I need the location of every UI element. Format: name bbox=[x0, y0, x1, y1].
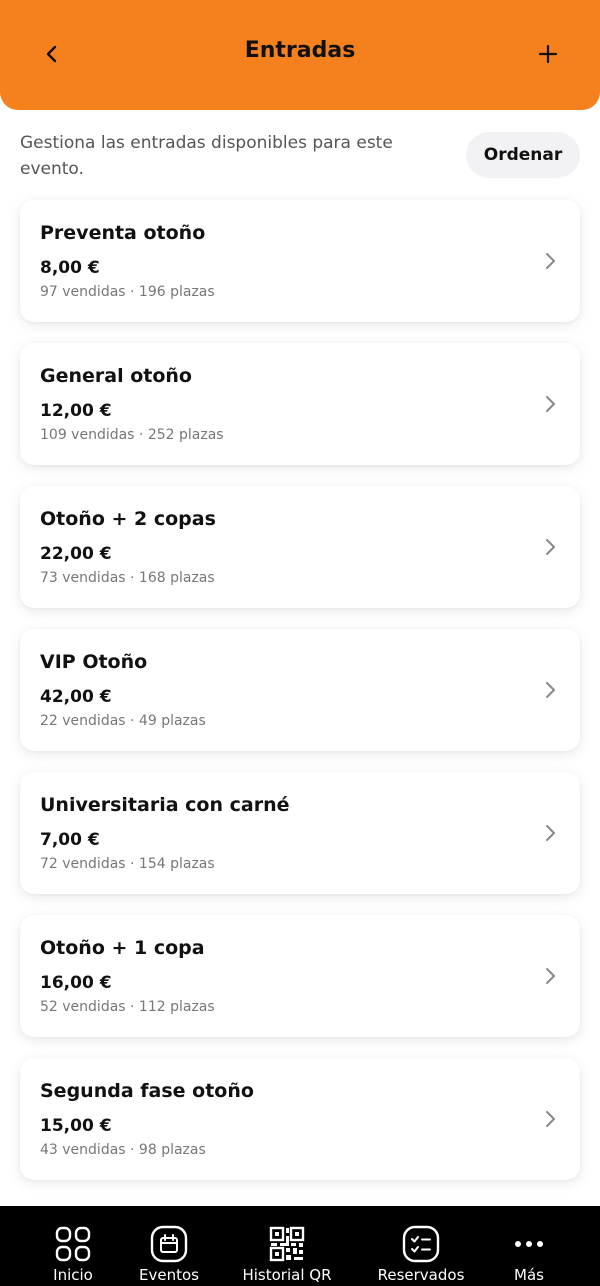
qr-code-icon bbox=[267, 1224, 307, 1264]
page-title: Entradas bbox=[244, 38, 356, 63]
tab-label: Eventos bbox=[139, 1266, 199, 1284]
tab-label: Inicio bbox=[53, 1266, 93, 1284]
ticket-meta: 72 vendidas · 154 plazas bbox=[40, 856, 215, 872]
tab-reservados[interactable]: Reservados bbox=[374, 1206, 468, 1286]
ticket-name: VIP Otoño bbox=[40, 651, 148, 673]
tab-eventos[interactable]: Eventos bbox=[134, 1206, 204, 1286]
ticket-meta: 43 vendidas · 98 plazas bbox=[40, 1142, 206, 1158]
bottom-tab-bar: Inicio Eventos Historial QR Reservados M… bbox=[0, 1206, 600, 1286]
ticket-card[interactable]: Universitaria con carné 7,00 € 72 vendid… bbox=[20, 772, 580, 894]
ticket-price: 16,00 € bbox=[40, 973, 112, 993]
chevron-right-icon bbox=[546, 539, 555, 555]
ticket-name: Segunda fase otoño bbox=[40, 1080, 254, 1102]
ticket-name: Otoño + 2 copas bbox=[40, 508, 216, 530]
order-button[interactable]: Ordenar bbox=[466, 132, 580, 178]
ticket-meta: 22 vendidas · 49 plazas bbox=[40, 713, 206, 729]
app-header: Entradas bbox=[0, 0, 600, 110]
ticket-price: 22,00 € bbox=[40, 544, 112, 564]
chevron-right-icon bbox=[546, 396, 555, 412]
plus-icon bbox=[538, 44, 558, 64]
ticket-card[interactable]: Otoño + 1 copa 16,00 € 52 vendidas · 112… bbox=[20, 915, 580, 1037]
tab-inicio[interactable]: Inicio bbox=[48, 1206, 98, 1286]
ticket-price: 8,00 € bbox=[40, 258, 100, 278]
ticket-price: 15,00 € bbox=[40, 1116, 112, 1136]
add-ticket-button[interactable] bbox=[528, 34, 568, 74]
ticket-meta: 97 vendidas · 196 plazas bbox=[40, 284, 215, 300]
tab-label: Más bbox=[514, 1266, 544, 1284]
ticket-name: Universitaria con carné bbox=[40, 794, 290, 816]
ticket-meta: 73 vendidas · 168 plazas bbox=[40, 570, 215, 586]
ticket-card[interactable]: Segunda fase otoño 15,00 € 43 vendidas ·… bbox=[20, 1058, 580, 1180]
chevron-right-icon bbox=[546, 682, 555, 698]
ticket-meta: 109 vendidas · 252 plazas bbox=[40, 427, 224, 443]
intro-text: Gestiona las entradas disponibles para e… bbox=[20, 133, 393, 179]
chevron-right-icon bbox=[546, 825, 555, 841]
ticket-price: 42,00 € bbox=[40, 687, 112, 707]
chevron-right-icon bbox=[546, 1111, 555, 1127]
ticket-card[interactable]: Preventa otoño 8,00 € 97 vendidas · 196 … bbox=[20, 200, 580, 322]
grid-icon bbox=[53, 1224, 93, 1264]
ticket-meta: 52 vendidas · 112 plazas bbox=[40, 999, 215, 1015]
ticket-price: 12,00 € bbox=[40, 401, 112, 421]
tab-label: Reservados bbox=[377, 1266, 465, 1284]
ticket-list: Preventa otoño 8,00 € 97 vendidas · 196 … bbox=[20, 200, 580, 1201]
more-icon bbox=[509, 1224, 549, 1264]
chevron-right-icon bbox=[546, 253, 555, 269]
ticket-card[interactable]: Otoño + 2 copas 22,00 € 73 vendidas · 16… bbox=[20, 486, 580, 608]
tab-label: Historial QR bbox=[242, 1266, 332, 1284]
ticket-price: 7,00 € bbox=[40, 830, 100, 850]
ticket-card[interactable]: General otoño 12,00 € 109 vendidas · 252… bbox=[20, 343, 580, 465]
ticket-name: Preventa otoño bbox=[40, 222, 206, 244]
calendar-icon bbox=[149, 1224, 189, 1264]
ticket-name: General otoño bbox=[40, 365, 192, 387]
chevron-right-icon bbox=[546, 968, 555, 984]
checklist-icon bbox=[401, 1224, 441, 1264]
tab-historial-qr[interactable]: Historial QR bbox=[240, 1206, 334, 1286]
ticket-name: Otoño + 1 copa bbox=[40, 937, 205, 959]
ticket-card[interactable]: VIP Otoño 42,00 € 22 vendidas · 49 plaza… bbox=[20, 629, 580, 751]
tab-mas[interactable]: Más bbox=[504, 1206, 554, 1286]
